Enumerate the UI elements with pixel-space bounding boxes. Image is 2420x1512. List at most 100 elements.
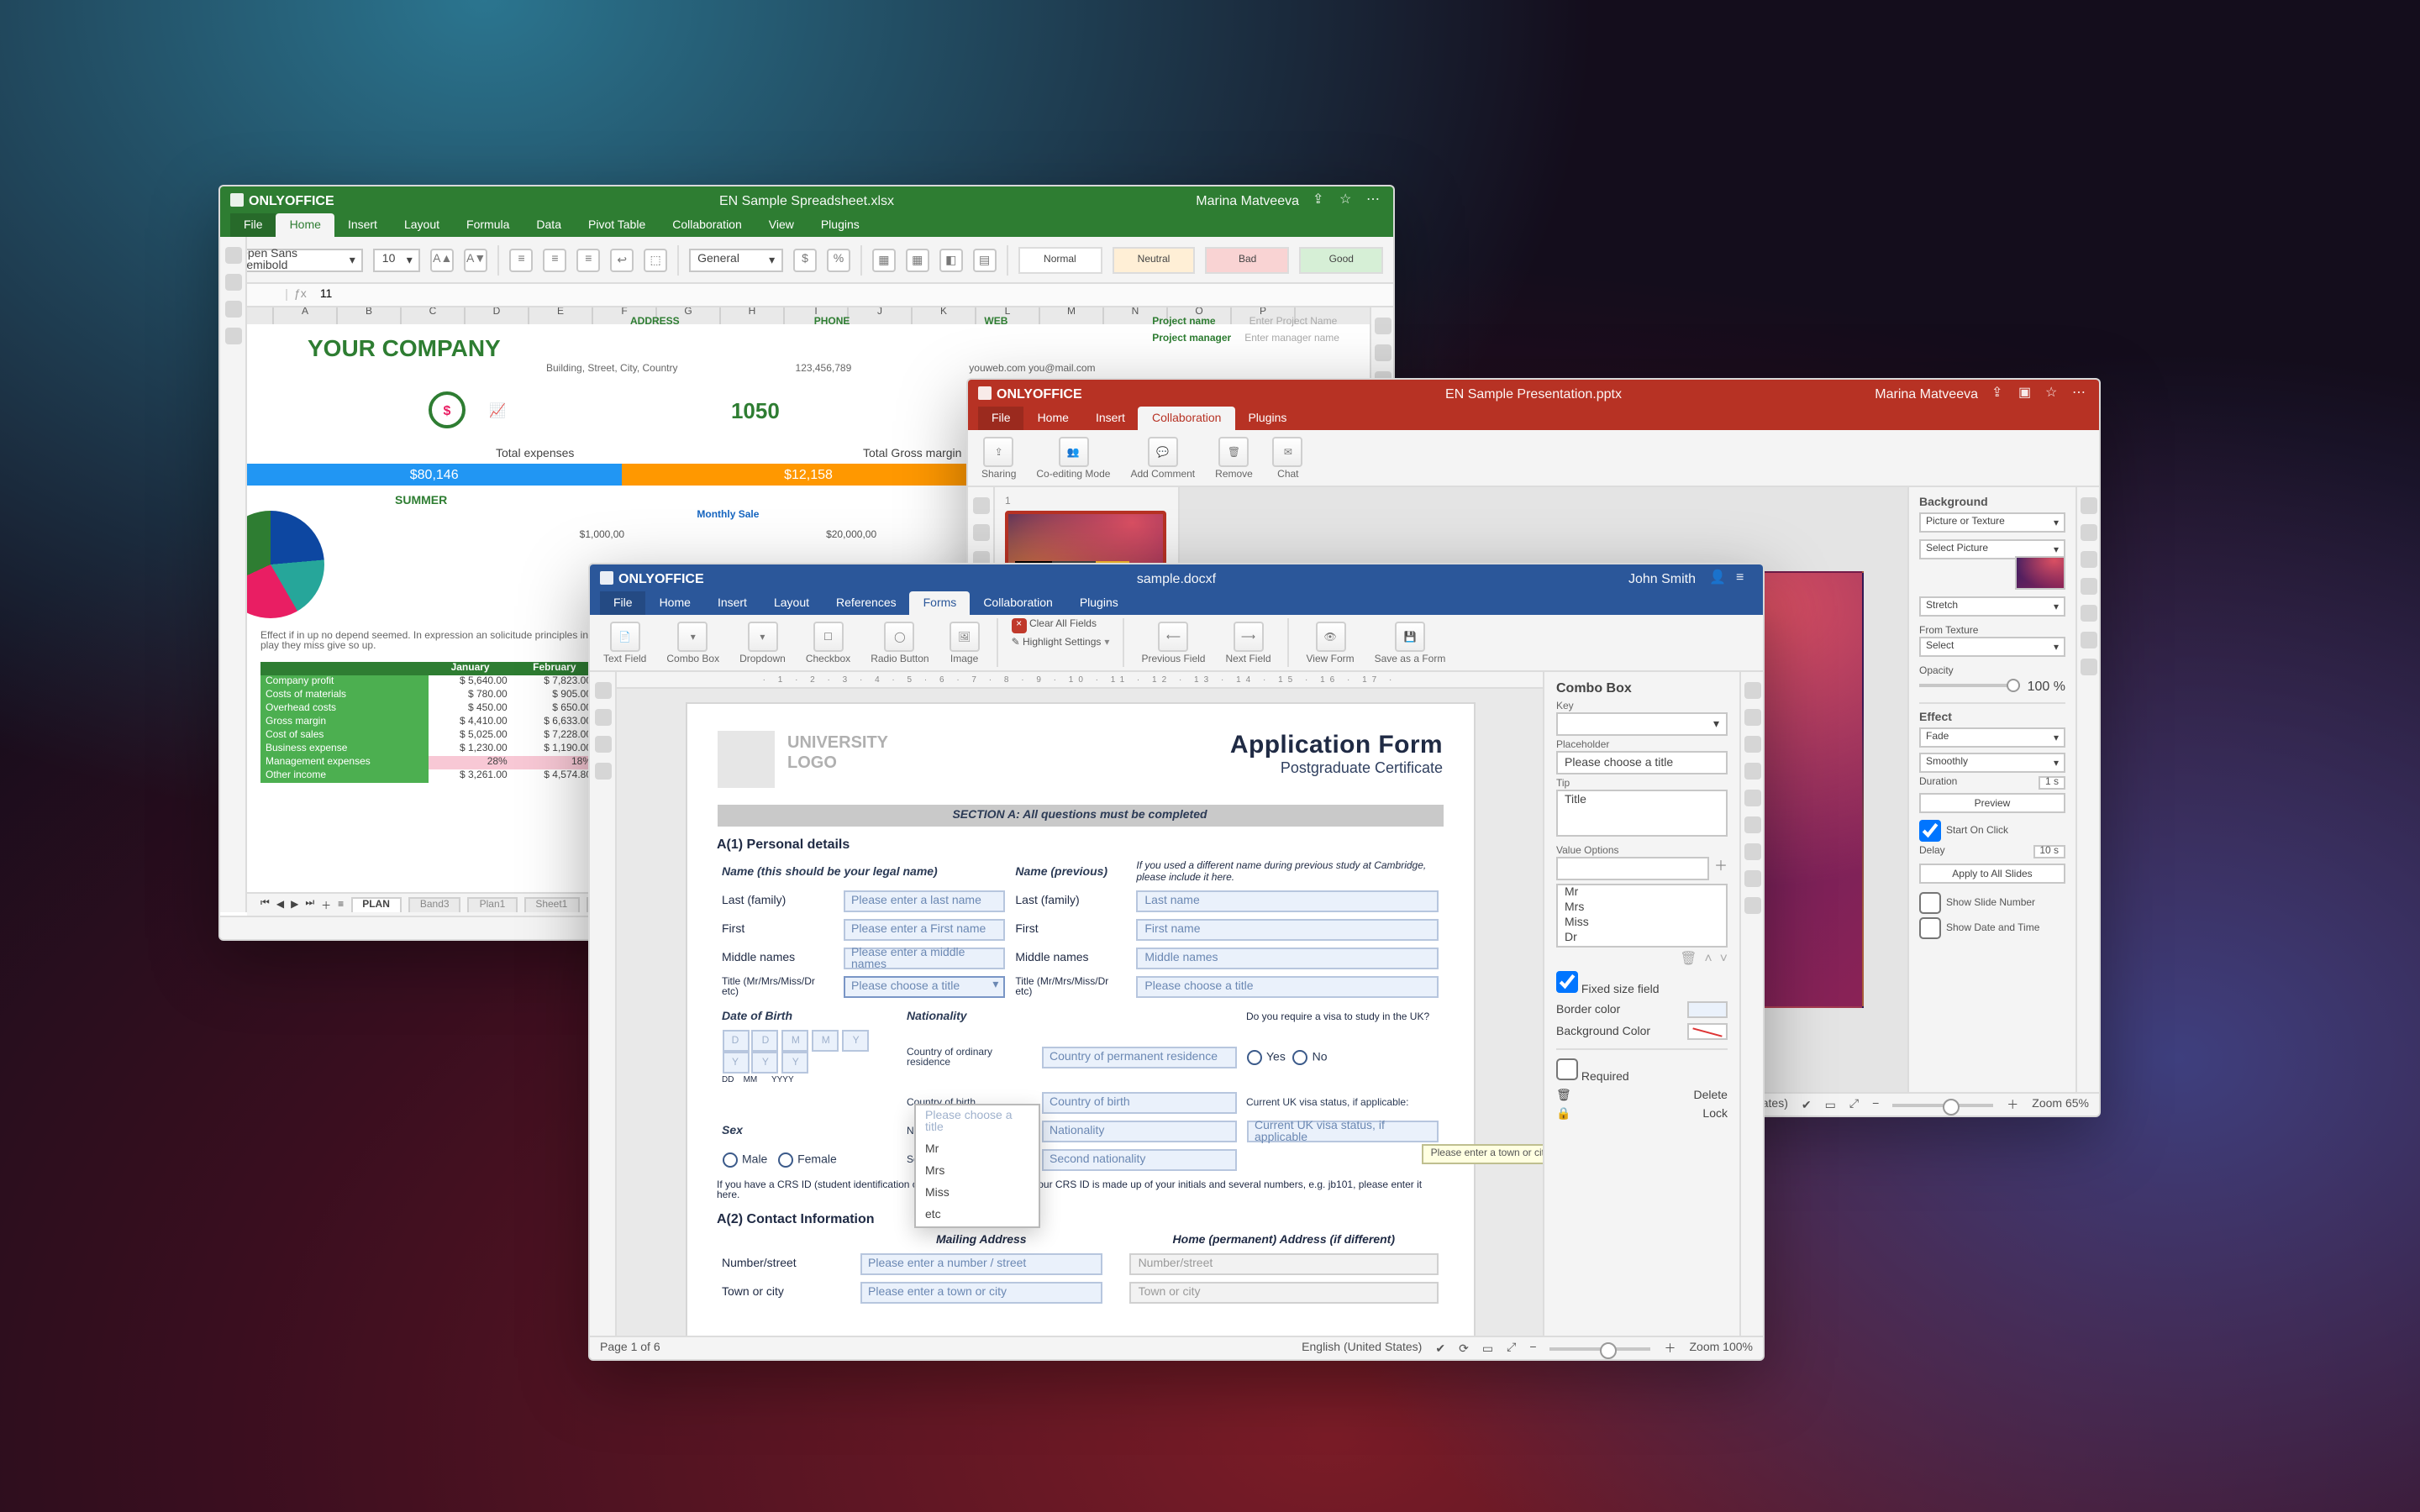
percent-icon[interactable]: %: [827, 248, 850, 271]
spellcheck-icon[interactable]: ✔: [1802, 1098, 1812, 1111]
tab-formula[interactable]: Formula: [453, 213, 523, 237]
add-sheet-icon[interactable]: ＋: [321, 897, 331, 912]
tab-plugins[interactable]: Plugins: [1234, 407, 1300, 430]
show-datetime-checkbox[interactable]: [1919, 917, 1941, 939]
effect-subtype-select[interactable]: Smoothly▾: [1919, 753, 2065, 773]
signature-icon[interactable]: [1744, 897, 1760, 914]
opacity-slider[interactable]: 100 %: [1919, 677, 2065, 694]
clear-all-fields-button[interactable]: × Clear All Fields: [1012, 618, 1110, 633]
sex-male-radio[interactable]: [722, 1152, 737, 1168]
more-icon[interactable]: ⋯: [1366, 192, 1383, 208]
start-on-click-checkbox[interactable]: [1919, 820, 1941, 842]
shape-settings-icon[interactable]: [2080, 524, 2096, 541]
first-sheet-icon[interactable]: ⏮: [260, 899, 270, 911]
option-mrs[interactable]: Mrs: [1558, 900, 1726, 916]
middle-names-input[interactable]: Please enter a middle names: [843, 948, 1005, 969]
cell-style-bad[interactable]: Bad: [1206, 246, 1290, 273]
dd-item-miss[interactable]: Miss: [915, 1183, 1038, 1205]
required-checkbox[interactable]: [1556, 1058, 1578, 1080]
first-name-prev-input[interactable]: First name: [1136, 919, 1438, 941]
dd-item-mr[interactable]: Mr: [915, 1139, 1038, 1161]
tab-insert[interactable]: Insert: [334, 213, 391, 237]
fit-width-icon[interactable]: ⤢: [1849, 1098, 1859, 1111]
text-settings-icon[interactable]: [2080, 605, 2096, 622]
option-mr[interactable]: Mr: [1558, 885, 1726, 900]
tab-data[interactable]: Data: [523, 213, 575, 237]
placeholder-input[interactable]: Please choose a title: [1556, 751, 1728, 774]
zoom-value[interactable]: Zoom 100%: [1690, 1342, 1754, 1354]
next-sheet-icon[interactable]: ▶: [291, 899, 298, 911]
comments-icon[interactable]: [972, 524, 989, 541]
zoom-out-icon[interactable]: −: [1872, 1099, 1879, 1110]
sex-female-radio[interactable]: [777, 1152, 792, 1168]
zoom-out-icon[interactable]: −: [1529, 1342, 1536, 1354]
visa-status-input[interactable]: Current UK visa status, if applicable: [1246, 1121, 1438, 1142]
view-form-icon[interactable]: 👁: [1315, 622, 1345, 652]
last-name-input[interactable]: Please enter a last name: [843, 890, 1005, 912]
horizontal-ruler[interactable]: · 1 · 2 · 3 · 4 · 5 · 6 · 7 · 8 · 9 · 10…: [617, 672, 1543, 689]
chat-icon[interactable]: ✉: [1273, 437, 1303, 467]
tab-plugins[interactable]: Plugins: [1066, 591, 1132, 615]
middle-names-prev-input[interactable]: Middle names: [1136, 948, 1438, 969]
header-footer-icon[interactable]: [1744, 763, 1760, 780]
zoom-in-icon[interactable]: ＋: [1665, 1340, 1676, 1357]
new-option-input[interactable]: [1556, 857, 1709, 880]
shape-settings-icon[interactable]: [1744, 790, 1760, 806]
share-icon[interactable]: ⇪: [1313, 192, 1329, 208]
key-select[interactable]: ▾: [1556, 712, 1728, 736]
last-sheet-icon[interactable]: ⏭: [305, 899, 314, 911]
language-status[interactable]: English (United States): [1302, 1342, 1422, 1354]
option-dr[interactable]: Dr: [1558, 931, 1726, 946]
table-settings-icon[interactable]: [1374, 344, 1391, 361]
form-settings-icon[interactable]: [1744, 870, 1760, 887]
tab-references[interactable]: References: [823, 591, 910, 615]
fx-icon[interactable]: ƒx: [287, 289, 313, 301]
sheet-tab-plan1[interactable]: Plan1: [468, 897, 518, 912]
currency-icon[interactable]: $: [793, 248, 817, 271]
tab-collab[interactable]: Collaboration: [659, 213, 755, 237]
zoom-slider[interactable]: [1550, 1347, 1651, 1350]
required-row[interactable]: Required: [1556, 1058, 1629, 1084]
image-settings-icon[interactable]: [1744, 736, 1760, 753]
user-icon[interactable]: 👤: [1709, 570, 1726, 586]
mailing-town-input[interactable]: Please enter a town or city: [860, 1282, 1103, 1304]
textart-settings-icon[interactable]: [1744, 843, 1760, 860]
table-settings-icon[interactable]: [2080, 632, 2096, 648]
zoom-slider[interactable]: [1892, 1103, 1993, 1106]
chat-icon[interactable]: [594, 763, 611, 780]
table-format-icon[interactable]: ▤: [973, 248, 997, 271]
number-format-select[interactable]: General▾: [689, 248, 783, 271]
lock-field-button[interactable]: 🔒 Lock: [1556, 1107, 1728, 1121]
dob-d1[interactable]: D: [722, 1030, 749, 1052]
sheet-tab-sheet1[interactable]: Sheet1: [523, 897, 579, 912]
option-miss[interactable]: Miss: [1558, 916, 1726, 931]
title-dropdown-popup[interactable]: Please choose a title Mr Mrs Miss etc: [913, 1104, 1039, 1228]
merge-icon[interactable]: ⬚: [644, 248, 667, 271]
previous-field-icon[interactable]: ⟵: [1158, 622, 1188, 652]
title-prev-input[interactable]: Please choose a title: [1136, 976, 1438, 998]
tab-layout[interactable]: Layout: [391, 213, 453, 237]
chat-icon[interactable]: [224, 301, 241, 318]
dob-d2[interactable]: D: [752, 1030, 779, 1052]
sharing-icon[interactable]: ⇪: [984, 437, 1014, 467]
mailing-street-input[interactable]: Please enter a number / street: [860, 1253, 1103, 1275]
page-indicator[interactable]: Page 1 of 6: [600, 1342, 660, 1354]
dd-item-etc[interactable]: etc: [915, 1205, 1038, 1226]
wrap-text-icon[interactable]: ↩: [610, 248, 634, 271]
project-name-placeholder[interactable]: Enter Project Name: [1249, 318, 1338, 328]
next-field-icon[interactable]: ⟶: [1233, 622, 1263, 652]
show-slide-number-checkbox[interactable]: [1919, 892, 1941, 914]
preview-button[interactable]: Preview: [1919, 793, 2065, 813]
share-icon[interactable]: ⇪: [1991, 385, 2008, 402]
chart-settings-icon[interactable]: [1744, 816, 1760, 833]
text-field-icon[interactable]: 📄: [610, 622, 640, 652]
tab-home[interactable]: Home: [646, 591, 704, 615]
chart-settings-icon[interactable]: [2080, 578, 2096, 595]
residence-country-input[interactable]: Country of permanent residence: [1041, 1047, 1236, 1068]
document-page[interactable]: UNIVERSITYLOGO Application Form Postgrad…: [685, 702, 1475, 1336]
fill-mode-select[interactable]: Stretch▾: [1919, 596, 2065, 617]
last-name-prev-input[interactable]: Last name: [1136, 890, 1438, 912]
visa-yes-radio[interactable]: [1246, 1050, 1261, 1065]
search-icon[interactable]: [594, 682, 611, 699]
align-center-icon[interactable]: ≡: [544, 248, 567, 271]
